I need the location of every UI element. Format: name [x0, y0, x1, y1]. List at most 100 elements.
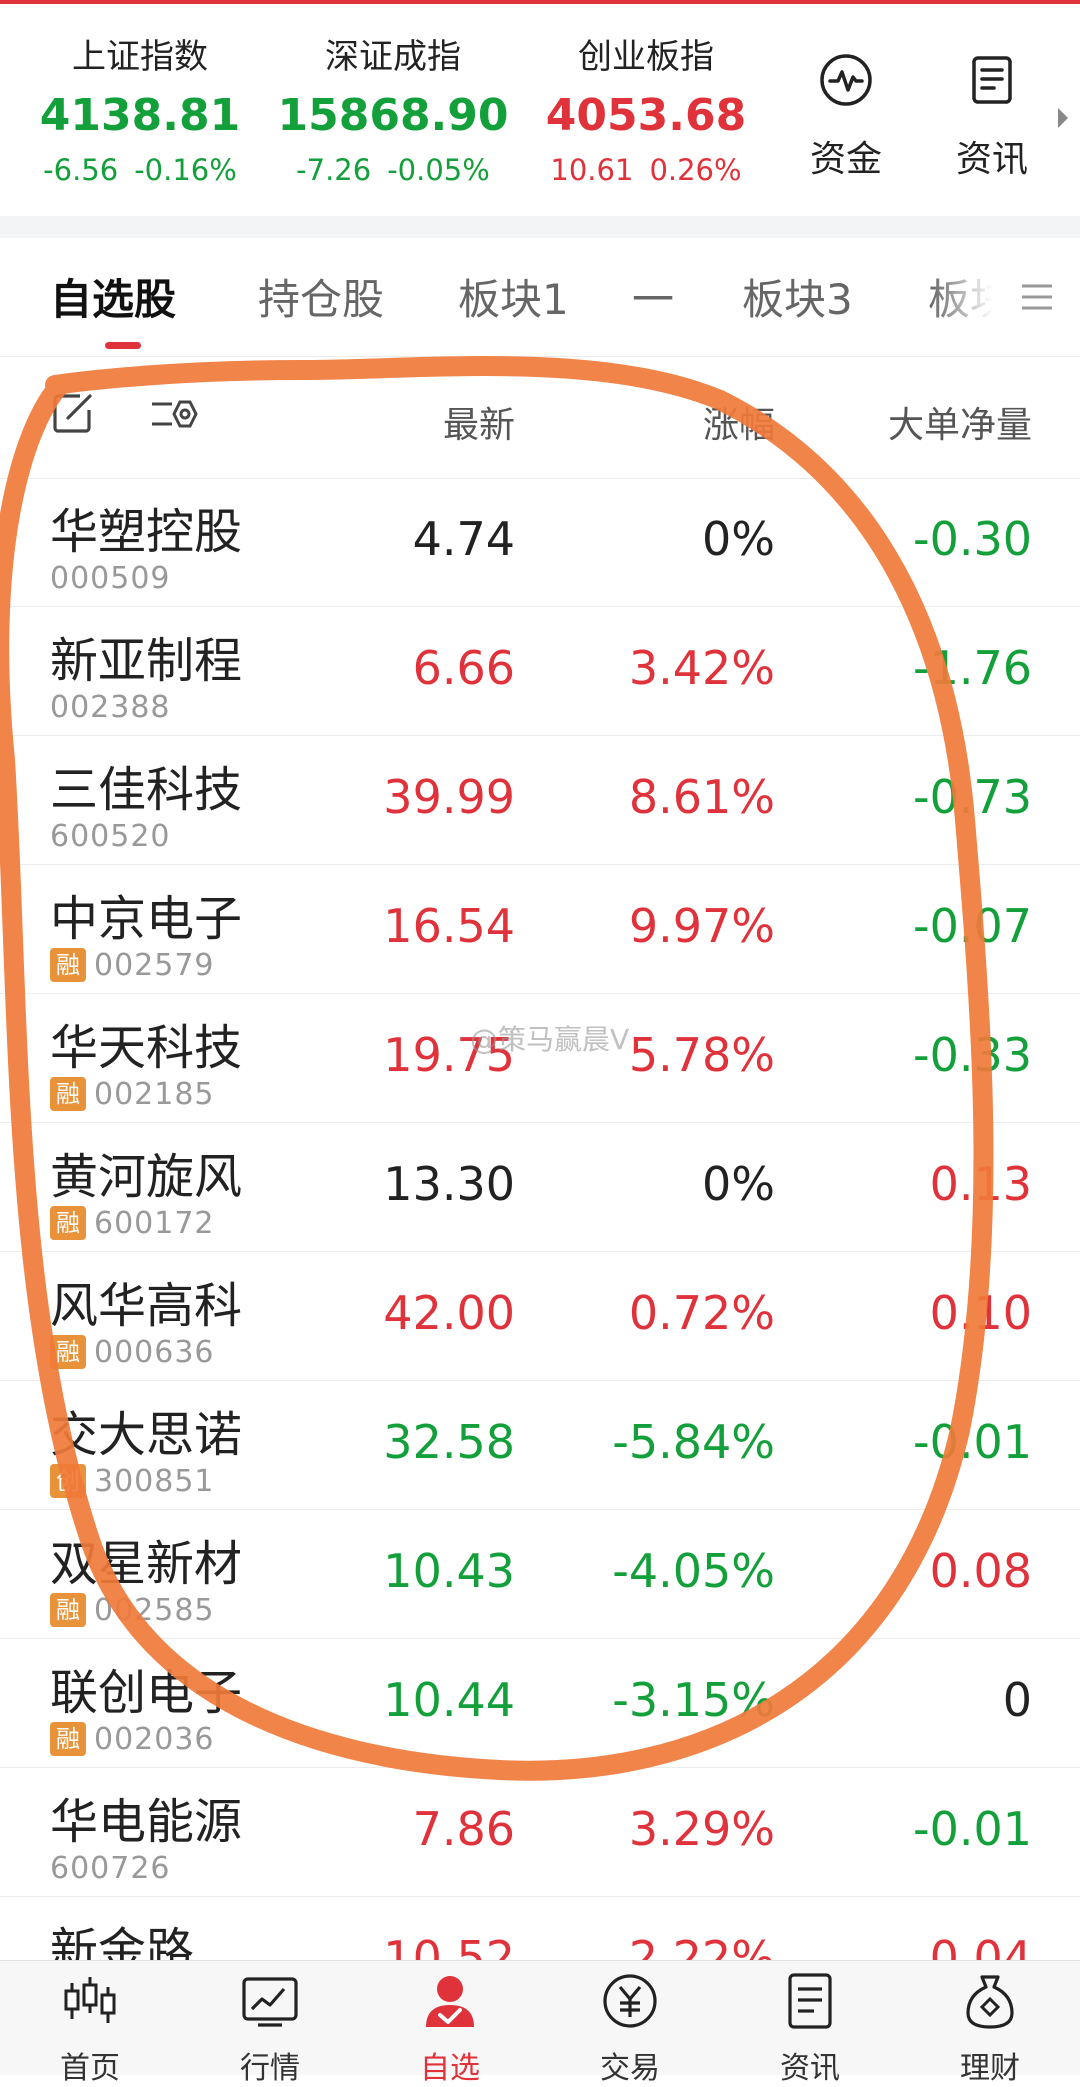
stock-row[interactable]: 华塑控股 000509 4.74 0% -0.30: [0, 478, 1080, 607]
index-szse[interactable]: 深证成指 15868.90 -7.26 -0.05%: [273, 34, 513, 190]
nav-market[interactable]: 行情: [200, 1969, 340, 2087]
stock-big-order: 0: [1002, 1673, 1032, 1727]
nav-wealth[interactable]: 理财: [920, 1969, 1060, 2087]
stock-name: 新金路: [50, 1923, 195, 1960]
index-change-pct: 0.26%: [649, 153, 742, 187]
stock-code-wrap: 000509: [50, 560, 171, 596]
index-value: 15868.90: [277, 90, 509, 141]
margin-badge: 融: [50, 1335, 86, 1369]
nav-label: 自选: [420, 2051, 480, 2086]
stock-price: 10.43: [383, 1544, 515, 1598]
index-change-pct: -0.16%: [134, 153, 237, 187]
stock-price: 10.44: [383, 1673, 515, 1727]
menu-icon[interactable]: [1020, 280, 1054, 314]
sort-settings-icon[interactable]: [150, 394, 200, 434]
nav-label: 交易: [600, 2051, 660, 2086]
nav-label: 首页: [60, 2051, 120, 2086]
stock-change-pct: 0%: [702, 1157, 775, 1211]
news-button[interactable]: 资讯: [932, 50, 1052, 182]
stock-row[interactable]: 新金路 10.52 2.22% 0.04: [0, 1897, 1080, 1960]
stock-price: 42.00: [383, 1286, 515, 1340]
index-change: -7.26 -0.05%: [273, 150, 513, 190]
stock-row[interactable]: 联创电子融 002036 10.44 -3.15% 0: [0, 1639, 1080, 1768]
yuan-icon: [603, 1974, 657, 2028]
stock-code: 300851: [94, 1463, 215, 1499]
stock-row[interactable]: 风华高科融 000636 42.00 0.72% 0.10: [0, 1252, 1080, 1381]
stock-price: 16.54: [383, 899, 515, 953]
watchlist-tabs: 自选股 持仓股 板块1 一 板块3 板块: [0, 238, 1080, 357]
stock-row[interactable]: 双星新材融 002585 10.43 -4.05% 0.08: [0, 1510, 1080, 1639]
stock-row[interactable]: 黄河旋风融 600172 13.30 0% 0.13: [0, 1123, 1080, 1252]
section-gap: [0, 216, 1080, 238]
stock-row[interactable]: 交大思诺创 300851 32.58 -5.84% -0.01: [0, 1381, 1080, 1510]
nav-trade[interactable]: 交易: [560, 1969, 700, 2087]
document-icon: [788, 1973, 832, 2029]
stock-change-pct: 0.72%: [628, 1286, 775, 1340]
stock-code: 600520: [50, 818, 171, 854]
stock-big-order: 0.04: [929, 1931, 1032, 1960]
nav-label: 理财: [960, 2051, 1020, 2086]
column-big-order[interactable]: 大单净量: [888, 396, 1032, 448]
stock-price: 13.30: [383, 1157, 515, 1211]
margin-badge: 融: [50, 948, 86, 982]
stock-name: 华塑控股: [50, 504, 243, 560]
index-change-pct: -0.05%: [387, 153, 490, 187]
funds-button[interactable]: 资金: [786, 50, 906, 182]
stock-row[interactable]: 华天科技融 002185 19.75 5.78% -0.33: [0, 994, 1080, 1123]
stock-code-wrap: 创 300851: [50, 1463, 215, 1499]
stock-code: 000509: [50, 560, 171, 596]
moneybag-icon: [966, 1975, 1014, 2029]
stock-code: 000636: [94, 1334, 215, 1370]
stock-row[interactable]: 三佳科技 600520 39.99 8.61% -0.73: [0, 736, 1080, 865]
tab-holdings[interactable]: 持仓股: [258, 266, 384, 327]
watermark: @策马赢晨V: [470, 1023, 630, 1056]
column-change[interactable]: 涨幅: [703, 396, 775, 448]
index-value: 4053.68: [545, 90, 747, 141]
stock-code-wrap: 融 002579: [50, 947, 215, 983]
nav-home[interactable]: 首页: [20, 1969, 160, 2087]
index-change-abs: -7.26: [296, 153, 372, 187]
stock-change-pct: 3.29%: [628, 1802, 775, 1856]
stock-name: 双星新材: [50, 1536, 243, 1592]
stock-row[interactable]: 新亚制程 002388 6.66 3.42% -1.76: [0, 607, 1080, 736]
stock-code: 002579: [94, 947, 215, 983]
stock-big-order: -0.01: [912, 1802, 1032, 1856]
stock-code: 600726: [50, 1850, 171, 1886]
index-sse[interactable]: 上证指数 4138.81 -6.56 -0.16%: [20, 34, 260, 190]
index-change-abs: -6.56: [43, 153, 119, 187]
stock-code: 002388: [50, 689, 171, 725]
index-value: 4138.81: [39, 90, 241, 141]
edit-icon[interactable]: [50, 390, 96, 436]
stock-big-order: 0.08: [929, 1544, 1032, 1598]
index-name: 上证指数: [72, 37, 208, 77]
index-change: -6.56 -0.16%: [20, 150, 260, 190]
tab-sector-1[interactable]: 板块1: [458, 266, 569, 327]
tab-sector-3[interactable]: 板块3: [742, 266, 853, 327]
stock-code-wrap: 600726: [50, 1850, 171, 1886]
tab-sector-2[interactable]: 一: [632, 266, 674, 327]
stock-code: 600172: [94, 1205, 215, 1241]
nav-news[interactable]: 资讯: [740, 1969, 880, 2087]
stock-name: 华天科技: [50, 1020, 243, 1076]
stock-price: 32.58: [383, 1415, 515, 1469]
index-chinext[interactable]: 创业板指 4053.68 10.61 0.26%: [526, 34, 766, 190]
stock-change-pct: 3.42%: [628, 641, 775, 695]
tab-watchlist[interactable]: 自选股: [50, 266, 176, 327]
stock-row[interactable]: 华电能源 600726 7.86 3.29% -0.01: [0, 1768, 1080, 1897]
stock-row[interactable]: 中京电子融 002579 16.54 9.97% -0.07: [0, 865, 1080, 994]
stock-code-wrap: 融 002585: [50, 1592, 215, 1628]
stock-big-order: -0.73: [912, 770, 1032, 824]
column-latest[interactable]: 最新: [443, 396, 515, 448]
stock-big-order: -0.33: [912, 1028, 1032, 1082]
margin-badge: 融: [50, 1722, 86, 1756]
stock-big-order: 0.10: [929, 1286, 1032, 1340]
stock-code: 002185: [94, 1076, 215, 1112]
stock-name: 风华高科: [50, 1278, 243, 1334]
nav-label: 资讯: [780, 2051, 840, 2086]
stock-price: 7.86: [412, 1802, 515, 1856]
nav-watchlist[interactable]: 自选: [380, 1969, 520, 2087]
more-arrow-icon[interactable]: [1058, 108, 1068, 128]
stock-change-pct: 0%: [702, 512, 775, 566]
stock-code-wrap: 融 000636: [50, 1334, 215, 1370]
stock-code-wrap: 600520: [50, 818, 171, 854]
